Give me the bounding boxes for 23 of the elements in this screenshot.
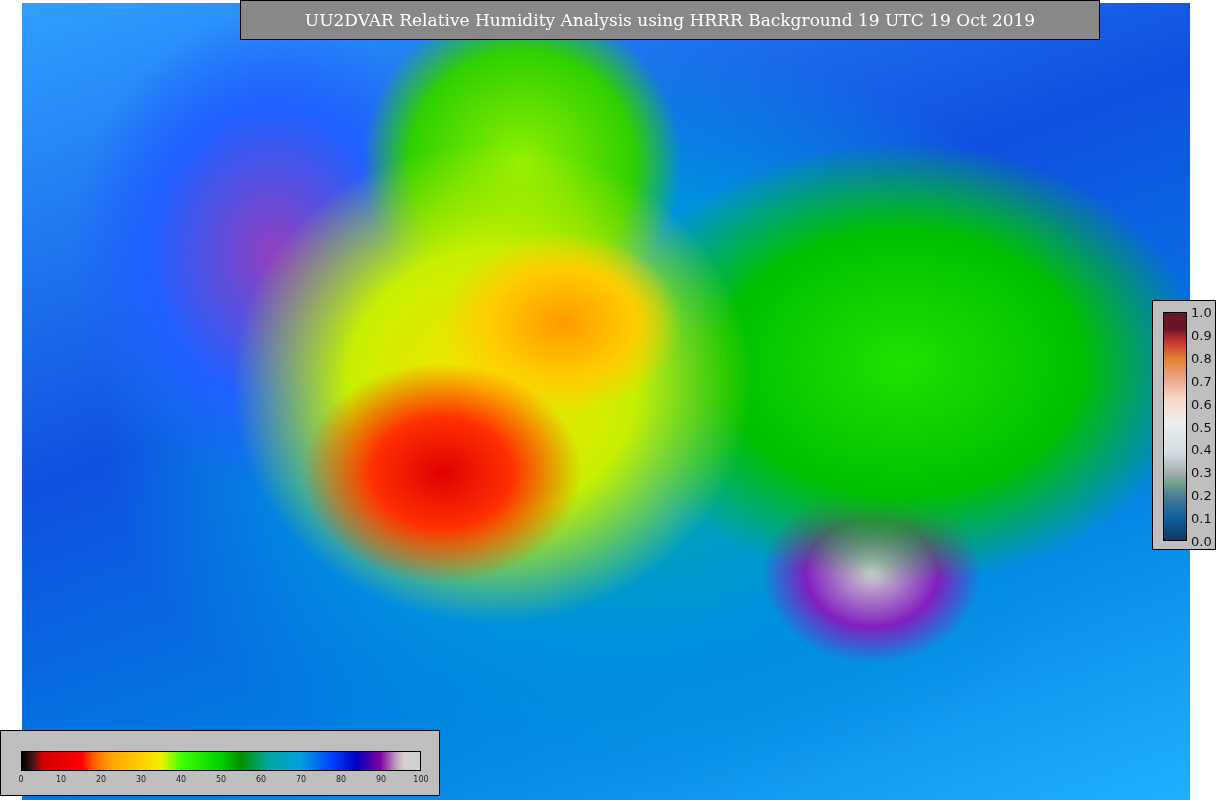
tick-label: 90 xyxy=(375,775,387,784)
map-title: UU2DVAR Relative Humidity Analysis using HRRR Background 19 UTC 19 Oct 2019 xyxy=(240,0,1100,40)
tick-label: 60 xyxy=(255,775,267,784)
tick-label: 80 xyxy=(335,775,347,784)
tick-label: 0.4 xyxy=(1191,441,1212,457)
tick-label: 0.1 xyxy=(1191,510,1212,526)
tick-label: 0.3 xyxy=(1191,464,1212,480)
tick-label: 0.6 xyxy=(1191,396,1212,412)
tick-label: 20 xyxy=(95,775,107,784)
tick-label: 10 xyxy=(55,775,67,784)
tick-label: 70 xyxy=(295,775,307,784)
tick-label: 0.0 xyxy=(1191,533,1212,549)
tick-label: 40 xyxy=(175,775,187,784)
tick-label: 100 xyxy=(413,775,429,784)
tick-label: 1.0 xyxy=(1191,304,1212,320)
tick-label: 0.5 xyxy=(1191,419,1212,434)
tick-label: 0.9 xyxy=(1191,327,1212,343)
tick-label: 50 xyxy=(215,775,227,784)
tick-label: 0.2 xyxy=(1191,487,1212,503)
tick-label: 0.8 xyxy=(1191,350,1212,366)
tick-label: 30 xyxy=(135,775,147,784)
tick-label: 0 xyxy=(18,775,24,784)
tick-label: 0.7 xyxy=(1191,373,1212,389)
